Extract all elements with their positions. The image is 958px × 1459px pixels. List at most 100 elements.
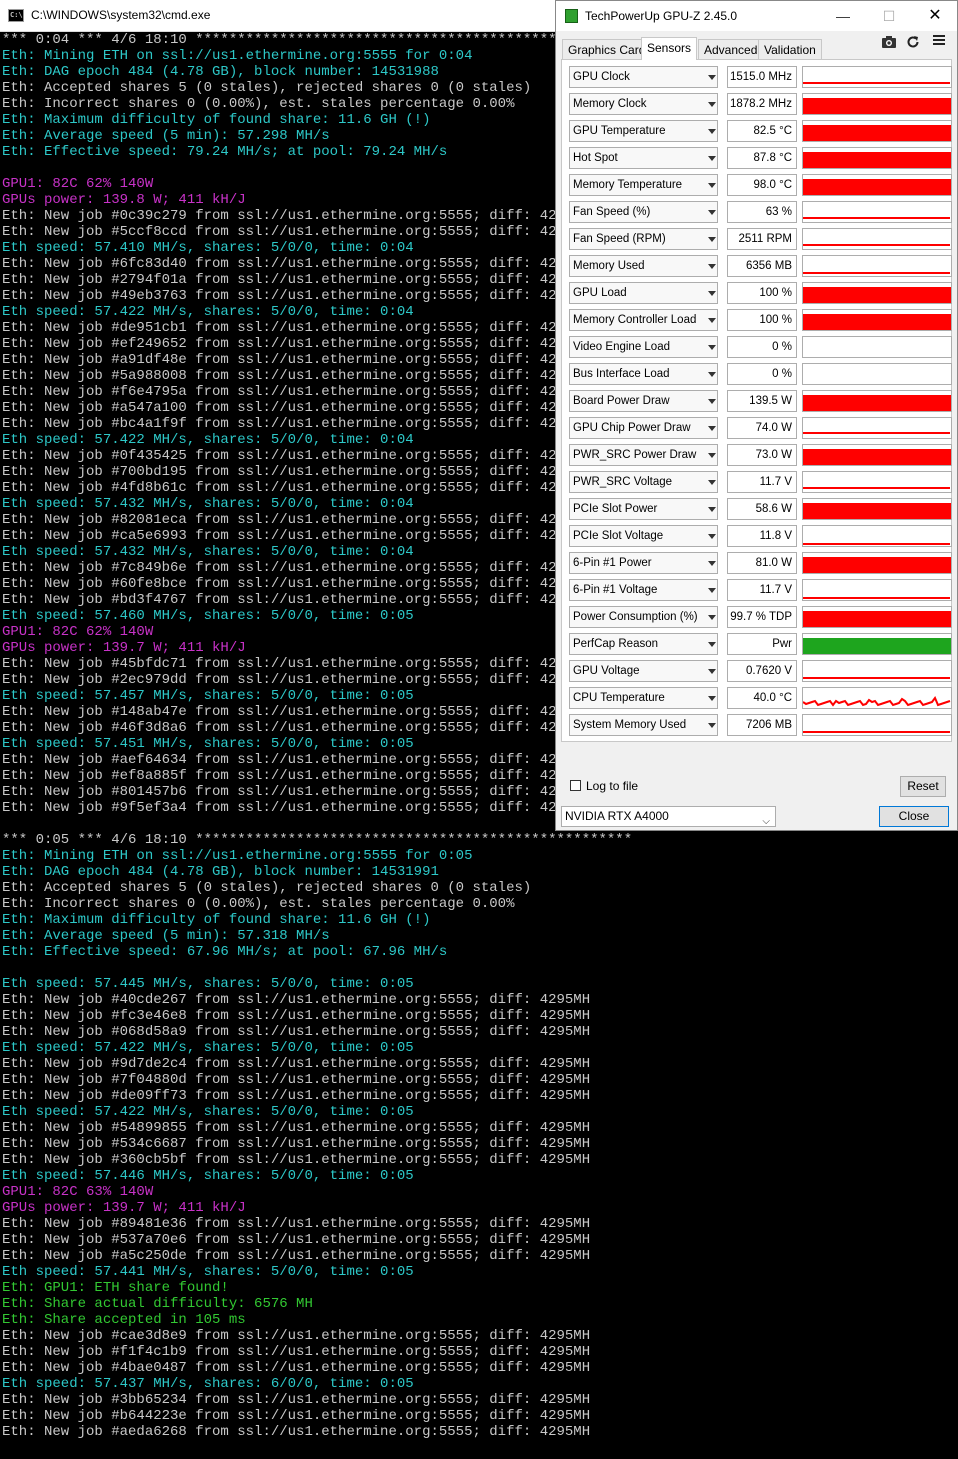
sensor-name-dropdown[interactable]: PWR_SRC Power Draw <box>569 444 718 466</box>
console-line: Eth speed: 57.441 MH/s, shares: 5/0/0, t… <box>2 1264 414 1280</box>
console-line: Eth speed: 57.437 MH/s, shares: 6/0/0, t… <box>2 1376 414 1392</box>
reset-button[interactable]: Reset <box>900 776 946 797</box>
sensor-value: 0 % <box>727 336 797 358</box>
sensor-graph <box>802 228 952 250</box>
sensor-row: PWR_SRC Voltage 11.7 V <box>569 471 952 493</box>
chevron-down-icon <box>708 507 716 512</box>
console-line: Eth: New job #cae3d8e9 from ssl://us1.et… <box>2 1328 591 1344</box>
chevron-down-icon <box>708 669 716 674</box>
sensor-name-dropdown[interactable]: 6-Pin #1 Power <box>569 552 718 574</box>
chevron-down-icon <box>708 426 716 431</box>
sensor-row: Fan Speed (RPM) 2511 RPM <box>569 228 952 250</box>
sensor-name: GPU Clock <box>573 71 630 83</box>
refresh-icon[interactable] <box>906 35 920 52</box>
sensor-name-dropdown[interactable]: Hot Spot <box>569 147 718 169</box>
tab-advanced[interactable]: Advanced <box>698 39 764 60</box>
console-line: Eth: Mining ETH on ssl://us1.ethermine.o… <box>2 848 473 864</box>
sensor-graph <box>802 255 952 277</box>
sensor-name: Memory Used <box>573 260 645 272</box>
sensor-name-dropdown[interactable]: GPU Voltage <box>569 660 718 682</box>
sensor-name-dropdown[interactable]: Board Power Draw <box>569 390 718 412</box>
sensor-name: GPU Voltage <box>573 665 640 677</box>
sensor-name-dropdown[interactable]: GPU Clock <box>569 66 718 88</box>
console-line: Eth: Share accepted in 105 ms <box>2 1312 246 1328</box>
sensor-name-dropdown[interactable]: Bus Interface Load <box>569 363 718 385</box>
sensor-name-dropdown[interactable]: 6-Pin #1 Voltage <box>569 579 718 601</box>
sensor-graph-line <box>803 731 951 735</box>
sensor-name-dropdown[interactable]: Memory Used <box>569 255 718 277</box>
gpuz-titlebar[interactable]: TechPowerUp GPU-Z 2.45.0 — ☐ ✕ <box>556 1 957 31</box>
tab-sensors[interactable]: Sensors <box>641 37 698 60</box>
chevron-down-icon <box>708 561 716 566</box>
sensor-name-dropdown[interactable]: PCIe Slot Voltage <box>569 525 718 547</box>
sensor-name-dropdown[interactable]: CPU Temperature <box>569 687 718 709</box>
sensor-name-dropdown[interactable]: Power Consumption (%) <box>569 606 718 628</box>
gpu-select-value: NVIDIA RTX A4000 <box>565 809 669 823</box>
sensor-graph <box>802 120 952 142</box>
chevron-down-icon <box>708 615 716 620</box>
tab-graphics-card[interactable]: Graphics Card <box>562 39 652 60</box>
console-line: Eth: GPU1: ETH share found! <box>2 1280 229 1296</box>
chevron-down-icon <box>708 696 716 701</box>
sensor-name: Memory Controller Load <box>573 314 697 326</box>
console-line: Eth speed: 57.422 MH/s, shares: 5/0/0, t… <box>2 1040 414 1056</box>
sensor-value: 7206 MB <box>727 714 797 736</box>
sensor-name-dropdown[interactable]: Fan Speed (RPM) <box>569 228 718 250</box>
sensor-value: 63 % <box>727 201 797 223</box>
sensor-name-dropdown[interactable]: PWR_SRC Voltage <box>569 471 718 493</box>
console-line: Eth: New job #aeda6268 from ssl://us1.et… <box>2 1424 591 1440</box>
console-line: Eth: New job #7f04880d from ssl://us1.et… <box>2 1072 591 1088</box>
chevron-down-icon <box>708 453 716 458</box>
sensor-graph <box>802 498 952 520</box>
chevron-down-icon <box>708 345 716 350</box>
sensor-row: Memory Clock 1878.2 MHz <box>569 93 952 115</box>
sensor-name-dropdown[interactable]: Video Engine Load <box>569 336 718 358</box>
sensor-name: Fan Speed (%) <box>573 206 651 218</box>
sensor-name-dropdown[interactable]: Memory Temperature <box>569 174 718 196</box>
sensor-row: Memory Temperature 98.0 °C <box>569 174 952 196</box>
sensor-graph-fill <box>803 152 951 168</box>
console-line: Eth: New job #de09ff73 from ssl://us1.et… <box>2 1088 591 1104</box>
close-button[interactable]: Close <box>879 806 949 827</box>
chevron-down-icon <box>708 642 716 647</box>
log-to-file-checkbox[interactable] <box>570 780 581 791</box>
sensor-graph-line <box>803 244 951 249</box>
log-to-file-label: Log to file <box>586 779 639 793</box>
sensor-graph-fill <box>803 503 951 519</box>
sensor-name-dropdown[interactable]: Memory Clock <box>569 93 718 115</box>
sensor-name-dropdown[interactable]: PerfCap Reason <box>569 633 718 655</box>
sensor-graph <box>802 336 952 358</box>
console-line: Eth speed: 57.422 MH/s, shares: 5/0/0, t… <box>2 1104 414 1120</box>
console-line: GPU1: 82C 63% 140W <box>2 1184 154 1200</box>
console-line: GPUs power: 139.7 W; 411 kH/J <box>2 1200 246 1216</box>
sensor-name-dropdown[interactable]: Fan Speed (%) <box>569 201 718 223</box>
sensor-row: 6-Pin #1 Power 81.0 W <box>569 552 952 574</box>
hamburger-menu-icon[interactable] <box>932 33 946 52</box>
sensor-name-dropdown[interactable]: Memory Controller Load <box>569 309 718 331</box>
sensor-value: 139.5 W <box>727 390 797 412</box>
console-line: Eth: Effective speed: 67.96 MH/s; at poo… <box>2 944 448 960</box>
chevron-down-icon <box>708 237 716 242</box>
sensor-row: 6-Pin #1 Voltage 11.7 V <box>569 579 952 601</box>
sensor-value: 73.0 W <box>727 444 797 466</box>
sensor-value: Pwr <box>727 633 797 655</box>
minimize-button[interactable]: — <box>820 1 866 31</box>
cmd-window-title: C:\WINDOWS\system32\cmd.exe <box>31 8 211 22</box>
sensor-value: 74.0 W <box>727 417 797 439</box>
sensor-graph-line <box>803 597 951 600</box>
close-window-button[interactable]: ✕ <box>912 1 958 31</box>
sensor-graph-line <box>803 82 951 87</box>
sensor-name: GPU Chip Power Draw <box>573 422 691 434</box>
sensor-row: Video Engine Load 0 % <box>569 336 952 358</box>
sensor-graph <box>802 282 952 304</box>
tab-validation[interactable]: Validation <box>758 39 822 60</box>
sensor-name-dropdown[interactable]: PCIe Slot Power <box>569 498 718 520</box>
gpu-select-dropdown[interactable]: NVIDIA RTX A4000 ⌵ <box>561 806 776 827</box>
sensor-name-dropdown[interactable]: GPU Temperature <box>569 120 718 142</box>
sensor-value: 58.6 W <box>727 498 797 520</box>
sensor-name-dropdown[interactable]: GPU Chip Power Draw <box>569 417 718 439</box>
sensor-name-dropdown[interactable]: System Memory Used <box>569 714 718 736</box>
sensor-name-dropdown[interactable]: GPU Load <box>569 282 718 304</box>
sensor-value: 0 % <box>727 363 797 385</box>
camera-icon[interactable] <box>881 35 897 52</box>
